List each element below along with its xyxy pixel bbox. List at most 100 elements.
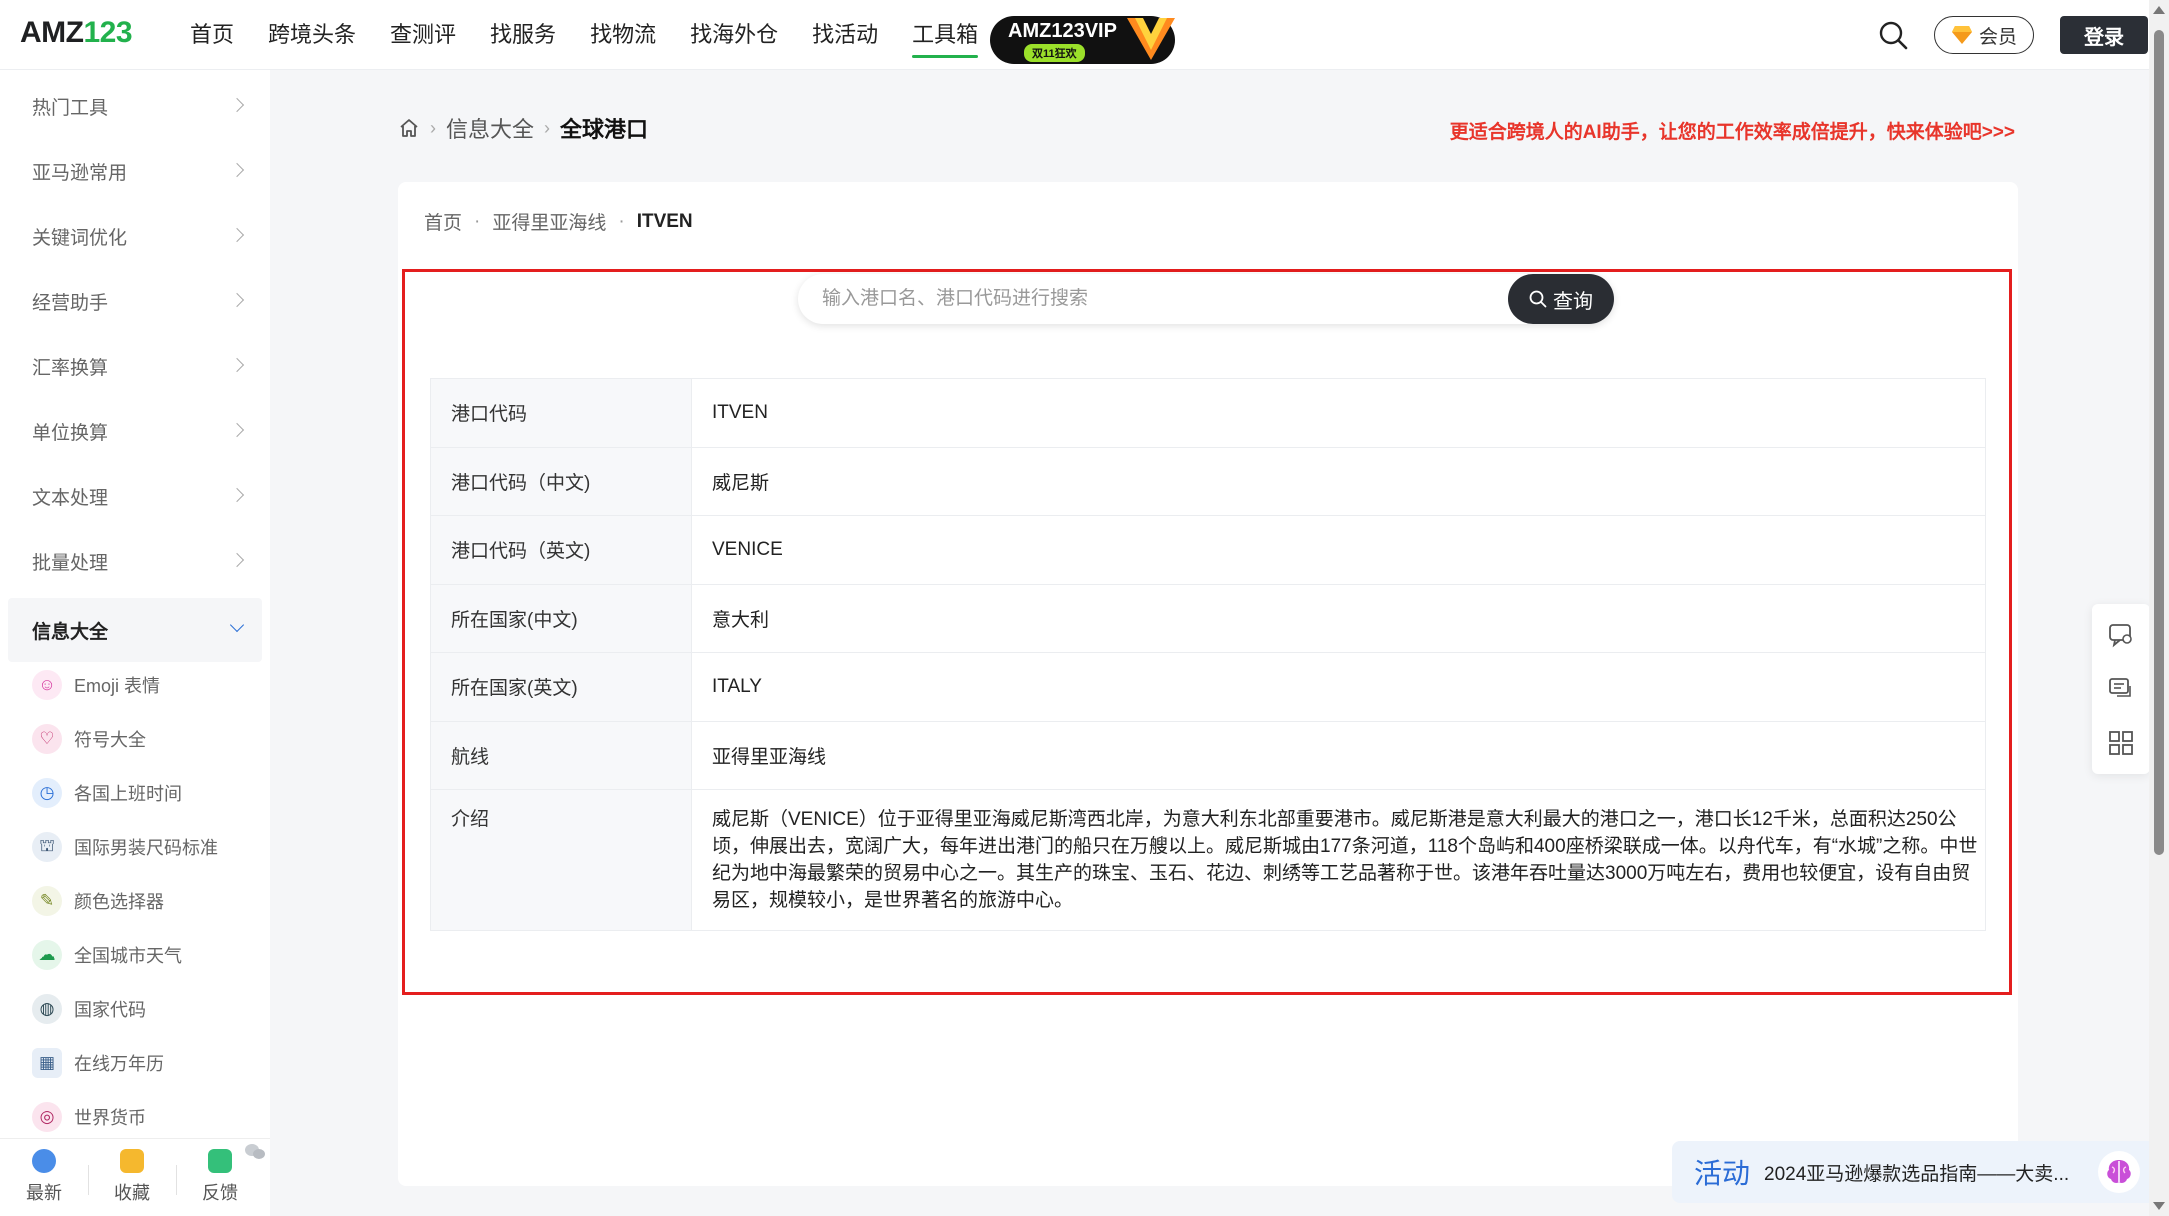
sidebar-item-label: 在线万年历 [74,1054,164,1074]
row-value: 亚得里亚海线 [691,720,1986,790]
breadcrumb-current: 全球港口 [560,117,649,142]
amz123-logo[interactable]: AMZ123 [20,16,133,50]
latest-button[interactable]: 最新 [14,1149,74,1205]
member-button[interactable]: 会员 [1934,16,2034,54]
sidebar-group-text[interactable]: 文本处理 [0,464,270,528]
page-scrollbar[interactable] [2149,0,2169,1216]
activity-banner[interactable]: 活动 2024亚马逊爆款选品指南——大卖... [1672,1141,2150,1203]
sidebar: 热门工具 亚马逊常用 关键词优化 经营助手 汇率换算 单位换算 文本处理 批量处… [0,70,270,1216]
table-row: 所在国家(英文) ITALY [430,652,1986,722]
query-button-label: 查询 [1553,290,1593,313]
feedback-label: 反馈 [202,1183,238,1203]
sidebar-group-units[interactable]: 单位换算 [0,399,270,463]
diamond-icon [1951,26,1972,44]
sidebar-group-keywords[interactable]: 关键词优化 [0,204,270,268]
table-row: 港口代码（英文) VENICE [430,515,1986,585]
chevron-right-icon [229,487,245,503]
message-icon[interactable] [2108,676,2134,702]
favorite-label: 收藏 [114,1183,150,1203]
row-value: 意大利 [691,583,1986,653]
vip-title: AMZ123VIP [1008,20,1117,42]
activity-text: 2024亚马逊爆款选品指南——大卖... [1764,1163,2070,1185]
scrollbar-thumb[interactable] [2154,30,2164,855]
port-breadcrumb-home[interactable]: 首页 [424,208,462,235]
row-key: 港口代码（中文) [430,446,692,516]
divider [88,1165,89,1195]
qrcode-icon[interactable] [2108,730,2134,756]
weather-icon: ☁ [32,940,62,970]
breadcrumb-info[interactable]: 信息大全 [446,112,534,144]
sidebar-item-label: 全国城市天气 [74,946,182,966]
nav-reviews[interactable]: 查测评 [390,0,456,70]
sidebar-item-emoji[interactable]: ☺ Emoji 表情 [32,665,160,705]
sidebar-item-label: 颜色选择器 [74,892,164,912]
port-breadcrumb-current: ITVEN [636,210,693,232]
sidebar-item-work-hours[interactable]: ◷ 各国上班时间 [32,773,182,813]
nav-logistics[interactable]: 找物流 [590,0,656,70]
feedback-button[interactable]: 反馈 [190,1149,250,1205]
sidebar-item-country-codes[interactable]: ◍ 国家代码 [32,989,146,1029]
vip-promo-badge[interactable]: AMZ123VIP 双11狂欢 [990,16,1175,64]
shirt-icon: ⛫ [32,832,62,862]
sidebar-item-currency[interactable]: ◎ 世界货币 [32,1097,146,1137]
chevron-down-icon [229,617,245,633]
table-row: 港口代码（中文) 威尼斯 [430,446,1986,516]
home-icon[interactable] [398,117,420,139]
nav-events[interactable]: 找活动 [812,0,878,70]
top-navbar: AMZ123 首页 跨境头条 查测评 找服务 找物流 找海外仓 找活动 工具箱 … [0,0,2169,70]
consult-icon[interactable] [2108,622,2134,648]
ai-promo-link[interactable]: 更适合跨境人的AI助手，让您的工作效率成倍提升，快来体验吧>>> [1450,117,2015,144]
palette-icon: ✎ [32,886,62,916]
sidebar-group-hot-tools[interactable]: 热门工具 [0,74,270,138]
scroll-up-icon[interactable] [2153,6,2165,14]
port-search-input[interactable] [822,274,1502,324]
chevron-right-icon [229,227,245,243]
chevron-right-icon [229,162,245,178]
sidebar-group-label: 汇率换算 [32,357,109,379]
vip-subtitle: 双11狂欢 [1024,44,1085,62]
port-info-table: 港口代码 ITVEN 港口代码（中文) 威尼斯 港口代码（英文) VENICE … [430,378,1986,931]
chat-icon [208,1149,232,1173]
sidebar-group-info[interactable]: 信息大全 [8,598,262,662]
calendar-icon: ▦ [32,1048,62,1078]
sidebar-item-calendar[interactable]: ▦ 在线万年历 [32,1043,164,1083]
chevron-right-icon [229,422,245,438]
chevron-right-icon [229,292,245,308]
nav-home[interactable]: 首页 [190,0,234,70]
nav-toolbox[interactable]: 工具箱 [912,0,979,70]
sidebar-group-label: 热门工具 [32,97,109,119]
globe-icon: ◍ [32,994,62,1024]
table-row: 所在国家(中文) 意大利 [430,583,1986,653]
sidebar-item-weather[interactable]: ☁ 全国城市天气 [32,935,182,975]
logo-part1: AMZ [20,16,84,49]
ai-brain-icon[interactable] [2098,1151,2140,1193]
sidebar-item-symbols[interactable]: ♡ 符号大全 [32,719,146,759]
nav-services[interactable]: 找服务 [490,0,556,70]
sidebar-item-color-picker[interactable]: ✎ 颜色选择器 [32,881,164,921]
sidebar-item-men-sizes[interactable]: ⛫ 国际男装尺码标准 [32,827,218,867]
logo-part2: 123 [83,16,133,49]
favorite-button[interactable]: 收藏 [102,1149,162,1205]
sidebar-group-business[interactable]: 经营助手 [0,269,270,333]
sidebar-group-batch[interactable]: 批量处理 [0,529,270,593]
row-value: ITVEN [691,378,1986,448]
sidebar-group-label: 关键词优化 [32,227,128,249]
login-button[interactable]: 登录 [2060,16,2148,54]
floating-toolbar [2092,604,2150,774]
sidebar-group-amazon[interactable]: 亚马逊常用 [0,139,270,203]
port-search-box: 查询 [798,274,1614,324]
search-icon[interactable] [1878,20,1908,50]
nav-cross-border-news[interactable]: 跨境头条 [268,0,356,70]
port-breadcrumb-route[interactable]: 亚得里亚海线 [492,208,606,235]
nav-overseas-warehouse[interactable]: 找海外仓 [690,0,778,70]
sidebar-item-label: 国际男装尺码标准 [74,838,218,858]
query-button[interactable]: 查询 [1508,274,1614,324]
wechat-icon[interactable] [244,1143,266,1161]
scroll-down-icon[interactable] [2153,1202,2165,1210]
chevron-right-icon [229,97,245,113]
sidebar-item-label: 国家代码 [74,1000,146,1020]
row-value: ITALY [691,652,1986,722]
sidebar-group-exchange[interactable]: 汇率换算 [0,334,270,398]
sidebar-group-label: 单位换算 [32,422,109,444]
row-key: 港口代码（英文) [430,515,692,585]
